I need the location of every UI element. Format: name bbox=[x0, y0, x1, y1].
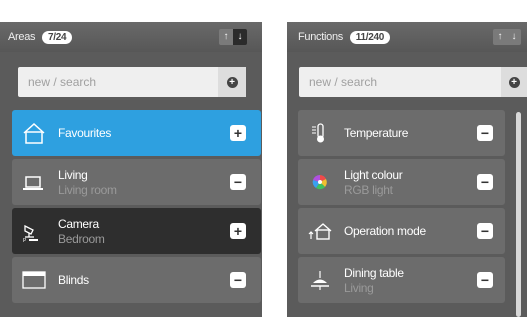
area-item-label: Favourites bbox=[58, 126, 112, 140]
color-wheel-icon bbox=[312, 174, 327, 190]
area-item-label: Blinds bbox=[58, 273, 89, 287]
remove-area-button[interactable]: − bbox=[230, 174, 246, 190]
functions-search-input[interactable] bbox=[299, 67, 499, 97]
plus-circle-icon: + bbox=[508, 76, 520, 88]
areas-search-row: + bbox=[18, 67, 246, 97]
areas-count-badge: 7/24 bbox=[42, 31, 73, 44]
thermometer-icon bbox=[312, 123, 324, 143]
remove-function-button[interactable]: − bbox=[477, 174, 493, 190]
svg-text:P: P bbox=[23, 238, 27, 242]
areas-sort-group: ↑ ↓ bbox=[219, 29, 247, 45]
plus-circle-icon: + bbox=[226, 76, 238, 88]
home-outline-icon bbox=[23, 122, 45, 144]
area-item-sublabel: Living room bbox=[58, 183, 117, 197]
functions-count-badge: 11/240 bbox=[349, 31, 390, 44]
area-item-sublabel: Bedroom bbox=[58, 232, 105, 246]
areas-panel: Areas 7/24 ↑ ↓ + Favourites + bbox=[0, 22, 262, 317]
areas-header: Areas 7/24 ↑ ↓ bbox=[0, 22, 262, 52]
functions-add-button[interactable]: + bbox=[501, 67, 527, 97]
function-item-dining-table[interactable]: Dining table Living − bbox=[298, 257, 505, 303]
function-item-label: Operation mode bbox=[344, 224, 426, 238]
remove-function-button[interactable]: − bbox=[477, 272, 493, 288]
functions-title: Functions 11/240 bbox=[298, 31, 390, 44]
add-to-favourites-button[interactable]: + bbox=[230, 125, 246, 141]
function-item-sublabel: Living bbox=[344, 281, 374, 295]
home-mode-icon bbox=[308, 223, 332, 240]
functions-scrollbar[interactable] bbox=[516, 112, 521, 317]
app-root: Areas 7/24 ↑ ↓ + Favourites + bbox=[0, 0, 527, 317]
areas-title-label: Areas bbox=[8, 31, 36, 43]
camera-icon: P bbox=[23, 224, 38, 242]
add-area-button[interactable]: + bbox=[230, 223, 246, 239]
area-item-favourites[interactable]: Favourites + bbox=[12, 110, 261, 156]
function-item-sublabel: RGB light bbox=[344, 183, 393, 197]
functions-search-row: + bbox=[299, 67, 527, 97]
functions-sort-group: ↑ ↓ bbox=[493, 29, 521, 45]
remove-function-button[interactable]: − bbox=[477, 125, 493, 141]
areas-title: Areas 7/24 bbox=[8, 31, 73, 44]
functions-title-label: Functions bbox=[298, 31, 343, 43]
functions-sort-down-button[interactable]: ↓ bbox=[507, 29, 521, 45]
function-item-label: Light colour bbox=[344, 168, 403, 182]
function-item-temperature[interactable]: Temperature − bbox=[298, 110, 505, 156]
function-item-operation-mode[interactable]: Operation mode − bbox=[298, 208, 505, 254]
laptop-icon bbox=[23, 176, 43, 190]
areas-search-input[interactable] bbox=[18, 67, 214, 97]
areas-sort-down-button[interactable]: ↓ bbox=[233, 29, 247, 45]
area-item-label: Camera bbox=[58, 217, 99, 231]
remove-function-button[interactable]: − bbox=[477, 223, 493, 239]
area-item-label: Living bbox=[58, 168, 88, 182]
functions-panel: Functions 11/240 ↑ ↓ + bbox=[287, 22, 527, 317]
areas-add-button[interactable]: + bbox=[218, 67, 246, 97]
functions-header: Functions 11/240 ↑ ↓ bbox=[287, 22, 527, 52]
ceiling-lamp-icon bbox=[311, 271, 329, 290]
blinds-icon bbox=[22, 271, 46, 289]
area-item-camera[interactable]: P Camera Bedroom + bbox=[12, 208, 261, 254]
function-item-label: Temperature bbox=[344, 126, 409, 140]
areas-sort-up-button[interactable]: ↑ bbox=[219, 29, 233, 45]
functions-sort-up-button[interactable]: ↑ bbox=[493, 29, 507, 45]
remove-area-button[interactable]: − bbox=[230, 272, 246, 288]
area-item-blinds[interactable]: Blinds − bbox=[12, 257, 261, 303]
function-item-light-colour[interactable]: Light colour RGB light − bbox=[298, 159, 505, 205]
area-item-living[interactable]: Living Living room − bbox=[12, 159, 261, 205]
function-item-label: Dining table bbox=[344, 266, 404, 280]
